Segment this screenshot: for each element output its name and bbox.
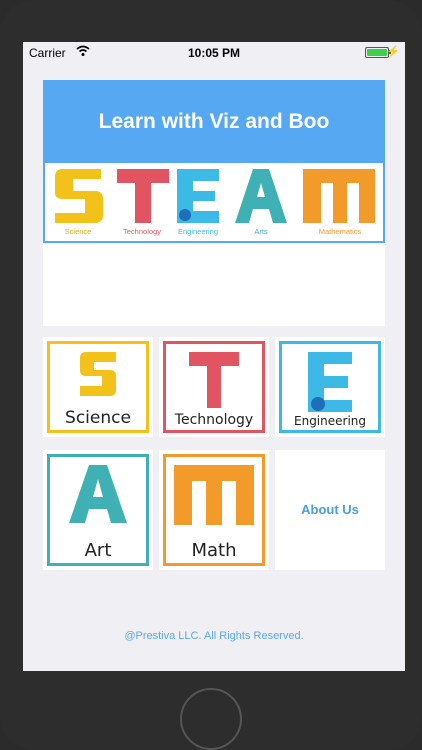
app-screen: Carrier 10:05 PM ⚡ Learn with Viz and Bo… [23,42,405,671]
science-label: Science [65,408,131,428]
math-m-icon [174,465,254,525]
header-banner: Learn with Viz and Boo Science Technolog… [43,80,385,326]
technology-t-icon [189,352,239,408]
technology-tile[interactable]: Technology [159,337,269,437]
science-s-icon [80,352,116,396]
header-band: Learn with Viz and Boo [43,80,385,163]
steam-e-letter [177,169,219,223]
steam-caption-engineering: Engineering [177,227,219,236]
engineering-tile[interactable]: Engineering [275,337,385,437]
steam-caption-science: Science [64,227,92,236]
science-tile[interactable]: Science [43,337,153,437]
status-bar: Carrier 10:05 PM ⚡ [23,42,405,62]
clock: 10:05 PM [187,46,241,60]
art-label: Art [84,540,112,561]
phone-frame: Carrier 10:05 PM ⚡ Learn with Viz and Bo… [0,0,422,750]
technology-label: Technology [174,412,254,428]
about-us-link[interactable]: About Us [275,502,385,517]
home-button[interactable] [180,688,242,750]
math-label: Math [191,540,237,561]
steam-caption-arts: Arts [254,227,268,236]
steam-t-letter [117,169,169,223]
art-a-icon [69,465,127,523]
steam-a-letter [235,169,287,223]
steam-logo: Science Technology Engineering Arts Math… [43,163,385,243]
steam-caption-mathematics: Mathematics [318,227,362,236]
about-us-tile[interactable]: About Us [275,450,385,570]
art-tile[interactable]: Art [43,450,153,570]
app-title: Learn with Viz and Boo [98,110,330,133]
math-tile[interactable]: Math [159,450,269,570]
engineering-label: Engineering [294,414,366,428]
steam-m-letter [303,169,375,223]
charging-icon: ⚡ [386,46,400,58]
copyright-footer: @Prestiva LLC. All Rights Reserved. [124,630,304,642]
steam-s-letter [55,169,103,223]
engineering-e-icon [308,352,352,412]
